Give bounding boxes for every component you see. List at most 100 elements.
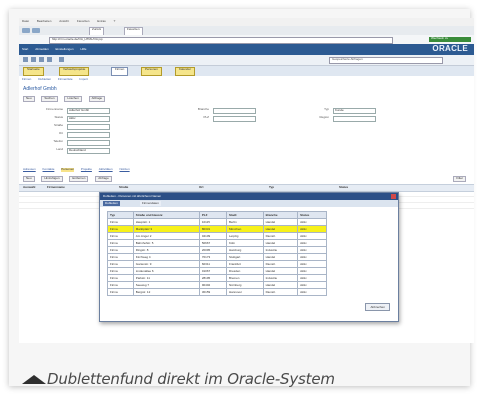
print-icon[interactable] xyxy=(39,57,44,62)
link-activities[interactable]: Aktivitäten xyxy=(99,167,113,172)
region-field[interactable] xyxy=(333,116,376,122)
highlighted-duplicate-row[interactable]: Firma Marktplatz 3 80331 München Handel Aktiv xyxy=(107,225,327,233)
table-query-button[interactable]: Abfrage xyxy=(95,176,112,182)
column-header[interactable]: Firmenname xyxy=(47,185,65,190)
column-header[interactable]: PLZ xyxy=(198,211,227,219)
duplicate-row[interactable]: Firma Parkstr. 11 28195 Bremen Industrie Akti… xyxy=(107,274,327,282)
column-header[interactable]: Auswahl xyxy=(23,185,35,190)
column-header[interactable]: Straße und Hausnr. xyxy=(132,211,200,219)
tab-duplicates[interactable]: Dubletten xyxy=(103,201,120,206)
field-label: Ort xyxy=(58,131,63,135)
duplicate-row[interactable]: Firma Gartenstr. 9 60311 Frankfurt Dienstl. A… xyxy=(107,260,327,268)
subnav-company-list[interactable]: Firmenliste xyxy=(58,77,73,82)
menu-help[interactable]: ? xyxy=(114,19,116,24)
duplicate-row[interactable]: Firma Am Anger 2 04109 Leipzig Dienstl. Aktiv xyxy=(107,232,327,240)
tab-calendar[interactable]: Kalender xyxy=(175,67,196,76)
table-cell: Aktiv xyxy=(297,267,327,275)
find-icon[interactable] xyxy=(59,57,64,62)
column-header[interactable]: Status xyxy=(339,185,348,190)
zip-field[interactable] xyxy=(213,116,256,122)
back-arrow-icon[interactable] xyxy=(22,28,30,33)
type-field[interactable]: Kunde xyxy=(333,108,376,114)
duplicate-row[interactable]: Firma Kirchweg 4 70173 Stuttgart Handel Aktiv xyxy=(107,253,327,261)
refresh-icon[interactable] xyxy=(47,57,52,62)
table-cell: Dienstl. xyxy=(262,288,299,296)
link-projects[interactable]: Projekte xyxy=(81,167,92,172)
table-cell: Seeweg 7 xyxy=(132,281,200,289)
menu-view[interactable]: Ansicht xyxy=(59,19,69,24)
forward-arrow-icon[interactable] xyxy=(32,28,40,33)
url-input[interactable]: http://crm.oracle.de/OA_HTML/OA.jsp xyxy=(49,37,393,44)
toolbar: Gespeicherte Abfragen xyxy=(19,55,474,66)
column-header[interactable]: Typ xyxy=(269,185,274,190)
column-header[interactable]: Status xyxy=(297,211,327,219)
tab-opportunities[interactable]: Verkaufsprojekte xyxy=(59,67,90,76)
street-field[interactable] xyxy=(67,124,110,130)
column-header[interactable]: Typ xyxy=(107,211,134,219)
save-icon[interactable] xyxy=(31,57,36,62)
table-cell: Hauptstr. 1 xyxy=(132,218,200,226)
table-cell: Parkstr. 11 xyxy=(132,274,200,282)
close-icon[interactable] xyxy=(391,194,396,199)
table-cell: Frankfurt xyxy=(225,260,264,268)
duplicate-row[interactable]: Firma Bahnhofstr. 5 50667 Köln Handel Aktiv xyxy=(107,239,327,247)
table-cell: Firma xyxy=(107,253,134,261)
menu-edit[interactable]: Bearbeiten xyxy=(37,19,52,24)
go-button[interactable]: Wechseln zu xyxy=(429,36,471,42)
column-header[interactable]: Ort xyxy=(199,185,204,190)
menu-favorites[interactable]: Favoriten xyxy=(77,19,90,24)
status-field[interactable]: Aktiv xyxy=(67,116,110,122)
duplicate-row[interactable]: Firma Seeweg 7 90402 Nürnberg Handel Aktiv xyxy=(107,281,327,289)
saved-queries-select[interactable]: Gespeicherte Abfragen xyxy=(329,57,443,64)
table-new-button[interactable]: Neu xyxy=(23,176,35,182)
header-link-home[interactable]: Start xyxy=(22,47,28,52)
tab-persons[interactable]: Personen xyxy=(141,67,162,76)
duplicate-row[interactable]: Firma Hauptstr. 1 10115 Berlin Handel Aktiv xyxy=(107,218,327,226)
delete-button[interactable]: Löschen xyxy=(64,96,82,102)
duplicate-row[interactable]: Firma Bergstr. 12 30159 Hannover Dienstl. Akt… xyxy=(107,288,327,296)
table-cell: Bahnhofstr. 5 xyxy=(132,239,200,247)
address-bar: http://crm.oracle.de/OA_HTML/OA.jsp Wech… xyxy=(19,35,474,44)
table-cell: Firma xyxy=(107,218,134,226)
table-remove-button[interactable]: Entfernen xyxy=(69,176,89,182)
phone-field[interactable] xyxy=(67,140,110,146)
country-field[interactable]: Deutschland xyxy=(67,148,110,154)
link-persons[interactable]: Personen xyxy=(61,167,75,172)
filter-button[interactable]: Filter xyxy=(453,176,466,182)
duplicate-row[interactable]: Firma Ringstr. 8 20095 Hamburg Industrie Akti… xyxy=(107,246,327,254)
new-button[interactable]: Neu xyxy=(23,96,35,102)
table-cell: Bremen xyxy=(225,274,264,282)
menu-tools[interactable]: Extras xyxy=(97,19,106,24)
city-field[interactable] xyxy=(67,132,110,138)
column-header[interactable]: Branche xyxy=(262,211,299,219)
subnav-import[interactable]: Import xyxy=(79,77,88,82)
table-cell: Aktiv xyxy=(297,253,327,261)
table-cell: Hannover xyxy=(225,288,264,296)
link-notes[interactable]: Notizen xyxy=(119,167,129,172)
duplicate-row[interactable]: Firma Lindenallee 6 01067 Dresden Handel Akti… xyxy=(107,267,327,275)
subnav-companies[interactable]: Firmen xyxy=(22,77,31,82)
oracle-screenshot: Datei Bearbeiten Ansicht Favoriten Extra… xyxy=(19,18,474,343)
link-addresses[interactable]: Adressen xyxy=(23,167,36,172)
menu-file[interactable]: Datei xyxy=(22,19,29,24)
header-link-help[interactable]: Hilfe xyxy=(80,47,86,52)
tab-home[interactable]: Startseite xyxy=(23,67,44,76)
column-header[interactable]: Stadt xyxy=(225,211,264,219)
link-contacts[interactable]: Kontakte xyxy=(43,167,55,172)
header-link-logout[interactable]: Abmelden xyxy=(35,47,49,52)
query-button[interactable]: Abfrage xyxy=(88,96,106,102)
table-add-button[interactable]: Hinzufügen xyxy=(41,176,63,182)
tab-companies[interactable]: Firmen xyxy=(111,67,129,76)
subnav-duplicates[interactable]: Dubletten xyxy=(38,77,51,82)
search-button[interactable]: Suchen xyxy=(41,96,58,102)
detail-links: Adressen Kontakte Personen Projekte Akti… xyxy=(19,167,474,174)
column-header[interactable]: Straße xyxy=(119,185,128,190)
header-link-settings[interactable]: Einstellungen xyxy=(56,47,74,52)
cancel-button[interactable]: Abbrechen xyxy=(365,303,390,311)
tab-company-data[interactable]: Firmendaten xyxy=(140,201,161,206)
industry-field[interactable] xyxy=(213,108,256,114)
new-icon[interactable] xyxy=(23,57,28,62)
field-label: Typ xyxy=(324,107,329,111)
company-name-field[interactable]: Adlerhof Gmbh xyxy=(67,108,110,114)
oracle-header: Start Abmelden Einstellungen Hilfe ORACL… xyxy=(19,44,474,55)
